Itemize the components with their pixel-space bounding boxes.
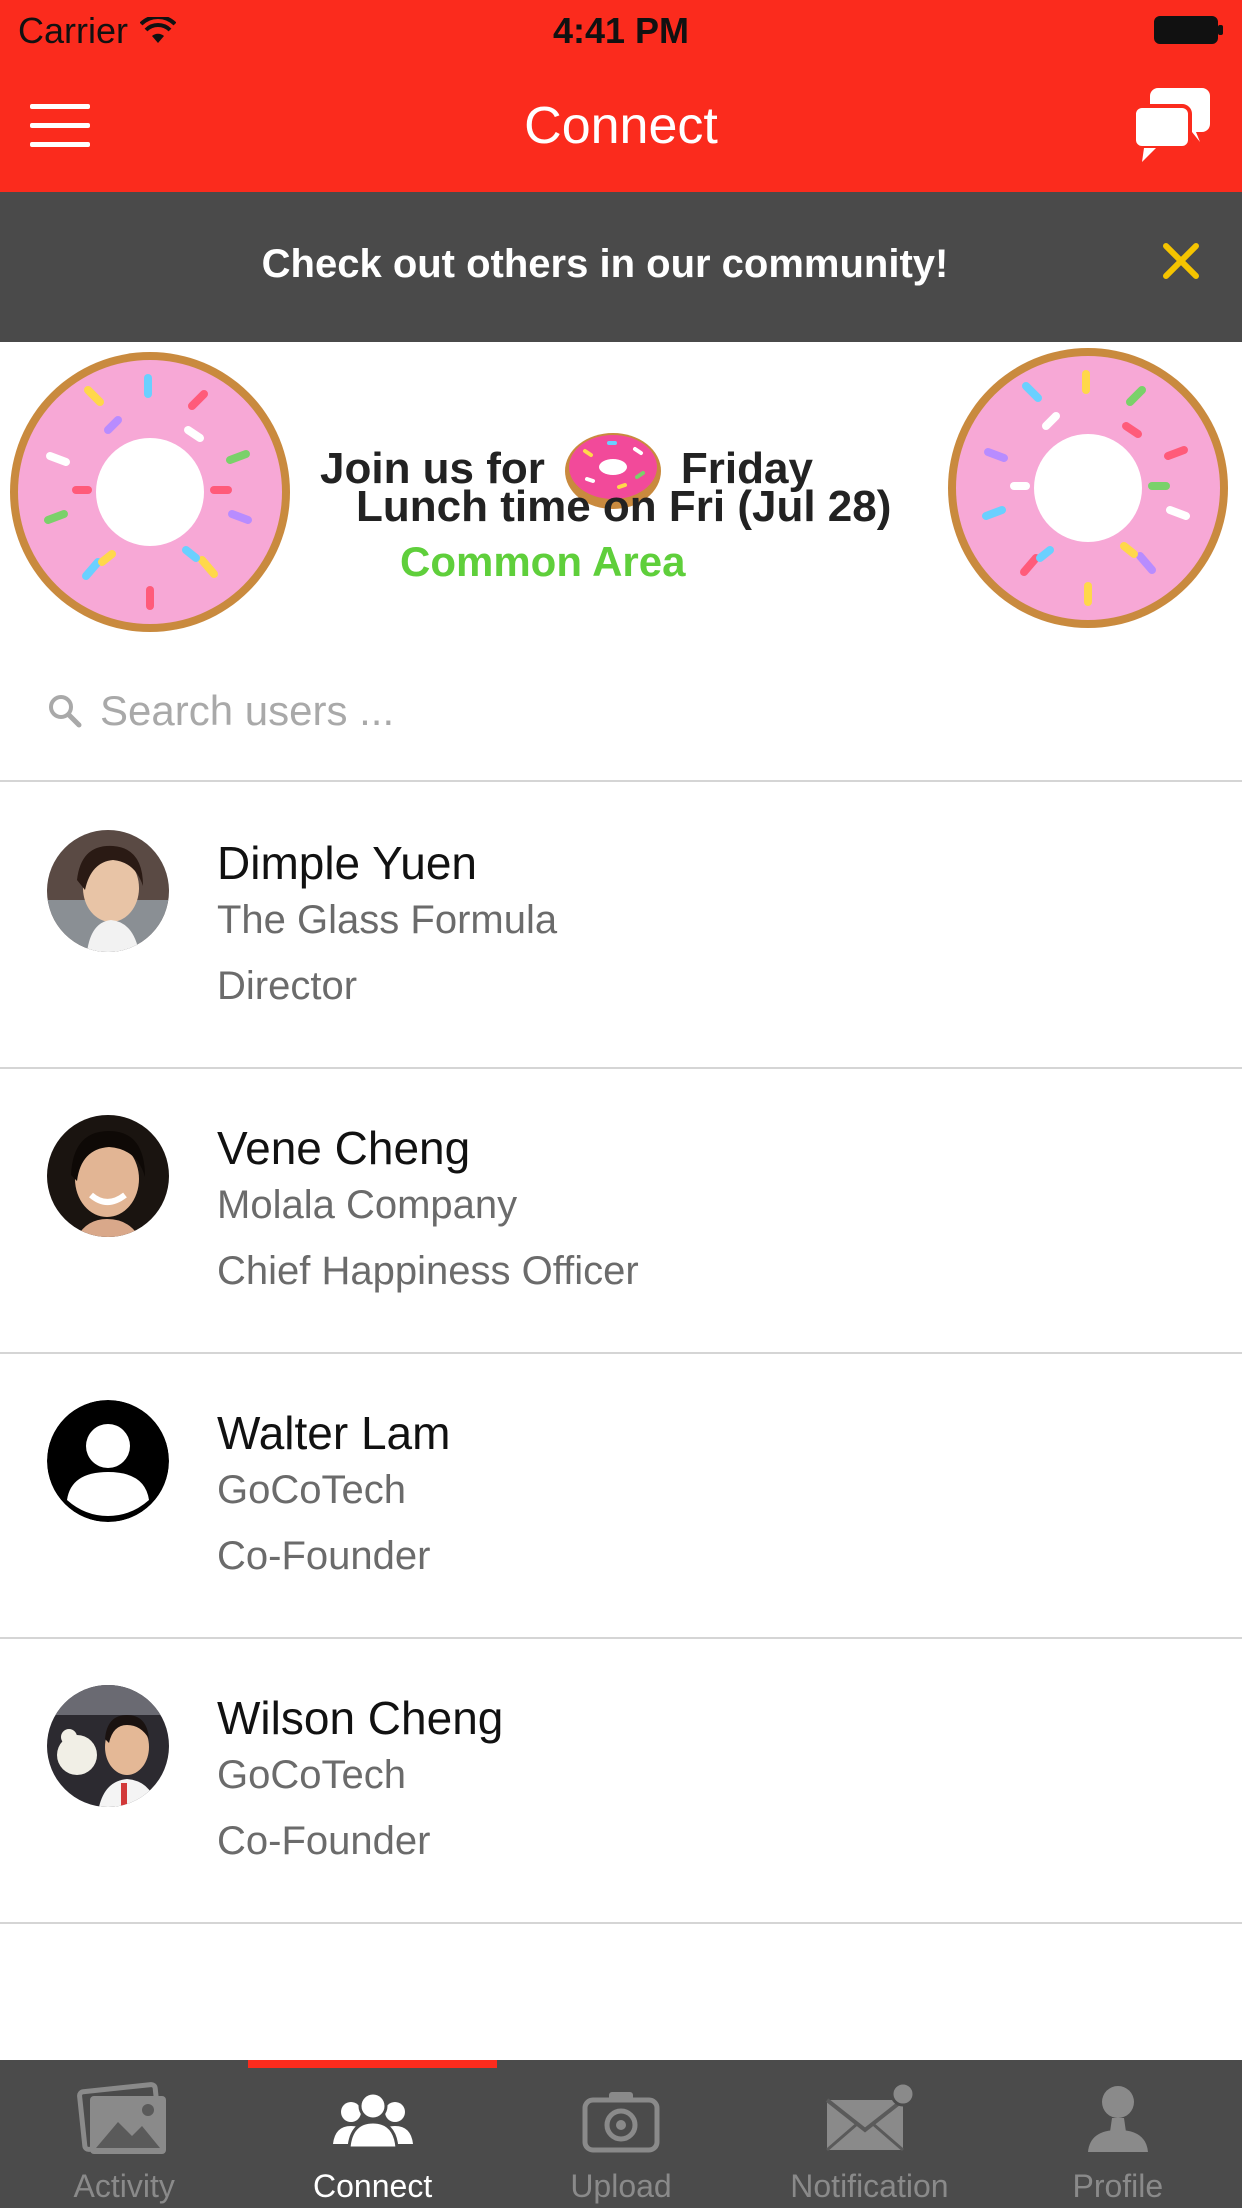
user-title: Director bbox=[217, 964, 358, 1008]
user-company: GoCoTech bbox=[217, 1468, 406, 1512]
notice-text: Check out others in our community! bbox=[261, 242, 949, 286]
search-icon bbox=[49, 695, 82, 728]
tab-label: Activity bbox=[73, 2168, 175, 2204]
camera-icon bbox=[582, 2092, 660, 2153]
tab-profile[interactable]: Profile bbox=[994, 2060, 1242, 2208]
user-name: Dimple Yuen bbox=[217, 837, 477, 889]
user-company: Molala Company bbox=[217, 1183, 518, 1227]
tab-label: Notification bbox=[790, 2168, 949, 2204]
user-company: The Glass Formula bbox=[217, 898, 558, 942]
event-banner[interactable]: Join us for Friday Lunch time on Fri (Ju… bbox=[0, 342, 1242, 642]
battery-icon bbox=[1154, 16, 1223, 44]
chat-icon[interactable] bbox=[1130, 84, 1214, 168]
tab-connect[interactable]: Connect bbox=[248, 2060, 497, 2208]
user-title: Chief Happiness Officer bbox=[217, 1249, 639, 1293]
donut-image-right bbox=[948, 348, 1228, 628]
default-avatar-icon bbox=[47, 1400, 169, 1522]
top-bar: Carrier 4:41 PM Connect bbox=[0, 0, 1242, 192]
status-bar: Carrier 4:41 PM bbox=[0, 0, 1242, 62]
people-icon bbox=[332, 2091, 413, 2150]
status-time: 4:41 PM bbox=[552, 10, 690, 51]
user-row[interactable]: Walter Lam GoCoTech Co-Founder bbox=[0, 1354, 1242, 1639]
tab-label: Upload bbox=[570, 2168, 672, 2204]
notice-bar: Check out others in our community! bbox=[0, 192, 1242, 342]
avatar bbox=[47, 1115, 169, 1237]
page-title: Connect bbox=[524, 97, 718, 155]
active-tab-indicator bbox=[248, 2060, 497, 2068]
user-name: Vene Cheng bbox=[217, 1122, 471, 1174]
tab-upload[interactable]: Upload bbox=[497, 2060, 745, 2208]
banner-location: Common Area bbox=[400, 538, 686, 585]
connect-screen: Carrier 4:41 PM Connect Check out others… bbox=[0, 0, 1242, 2208]
user-title: Co-Founder bbox=[217, 1534, 431, 1578]
user-list: Dimple Yuen The Glass Formula Director V… bbox=[0, 784, 1242, 1924]
user-title: Co-Founder bbox=[217, 1819, 431, 1863]
user-row[interactable]: Wilson Cheng GoCoTech Co-Founder bbox=[0, 1639, 1242, 1924]
tab-label: Connect bbox=[313, 2168, 433, 2204]
user-name: Walter Lam bbox=[217, 1407, 451, 1459]
photos-icon bbox=[77, 2082, 167, 2154]
close-icon[interactable] bbox=[1160, 240, 1202, 282]
tab-bar: Activity Connect Upload Notification Pro… bbox=[0, 2060, 1242, 2208]
avatar bbox=[47, 830, 169, 952]
tab-notification[interactable]: Notification bbox=[745, 2060, 993, 2208]
avatar bbox=[47, 1685, 169, 1807]
user-row[interactable]: Dimple Yuen The Glass Formula Director bbox=[0, 784, 1242, 1069]
user-row[interactable]: Vene Cheng Molala Company Chief Happines… bbox=[0, 1069, 1242, 1354]
user-name: Wilson Cheng bbox=[217, 1692, 504, 1744]
envelope-icon bbox=[826, 2082, 916, 2152]
user-company: GoCoTech bbox=[217, 1753, 406, 1797]
search-input[interactable] bbox=[100, 676, 1200, 746]
tab-label: Profile bbox=[1072, 2168, 1164, 2204]
person-icon bbox=[1087, 2086, 1148, 2152]
tab-activity[interactable]: Activity bbox=[0, 2060, 248, 2208]
search-bar bbox=[0, 642, 1242, 782]
banner-line-2: Lunch time on Fri (Jul 28) bbox=[356, 482, 892, 531]
donut-image-left bbox=[10, 352, 290, 632]
